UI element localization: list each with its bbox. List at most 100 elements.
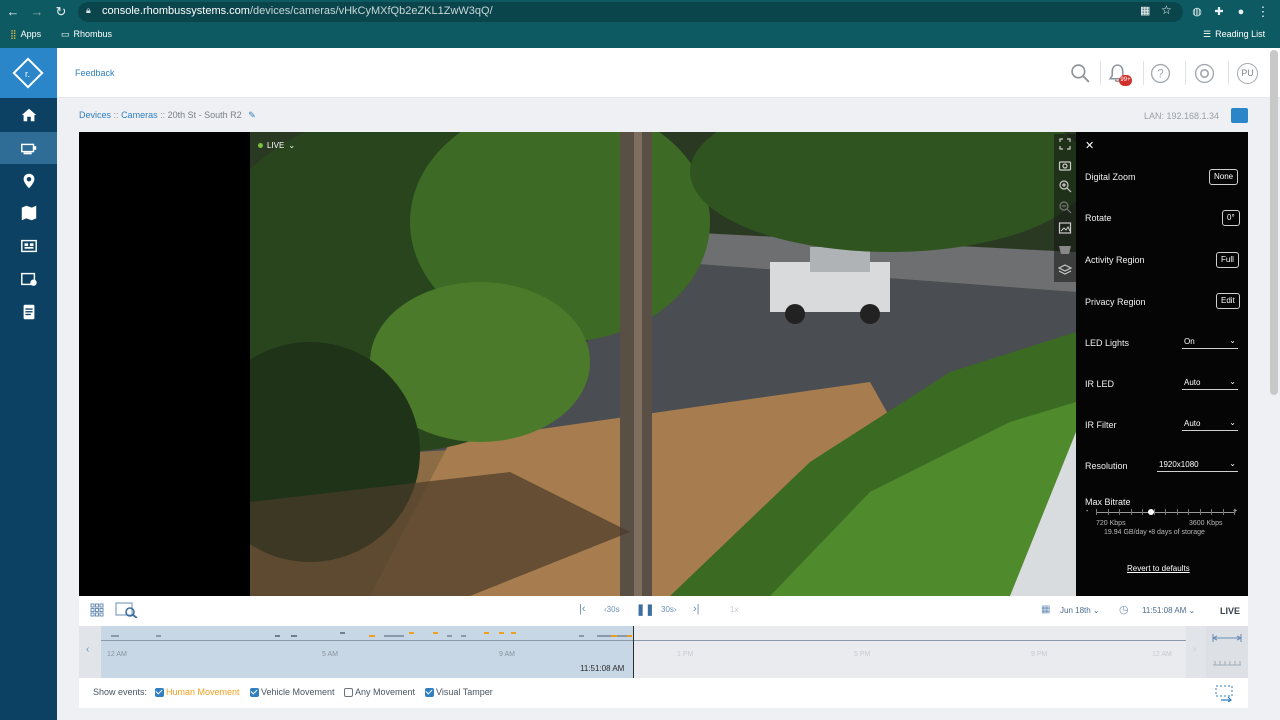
grid-view-icon[interactable]: [90, 603, 104, 617]
filter-visual-tamper[interactable]: Visual Tamper: [425, 687, 493, 697]
timeline-event[interactable]: [369, 635, 375, 637]
filter-vehicle-movement[interactable]: Vehicle Movement: [250, 687, 335, 697]
timeline[interactable]: ‹ 12 AM 5 AM 9 AM 1 PM 5 PM 9 PM 12 AM 1…: [79, 626, 1248, 678]
filter-any-movement[interactable]: Any Movement: [344, 687, 415, 697]
breadcrumb-devices[interactable]: Devices: [79, 110, 111, 120]
forward-arrow-icon[interactable]: →: [28, 3, 46, 21]
checkbox-empty-icon[interactable]: [344, 687, 353, 697]
ir-filter-select[interactable]: Auto ⌄: [1182, 417, 1238, 431]
skip-end-icon[interactable]: ›|: [693, 603, 700, 615]
timeline-event[interactable]: [156, 635, 161, 637]
zoom-timeline-in-icon[interactable]: [1211, 631, 1243, 645]
zoom-timeline-out-icon[interactable]: [1211, 656, 1243, 670]
export-clip-icon[interactable]: [1213, 684, 1237, 702]
activity-region-button[interactable]: Full: [1216, 252, 1239, 268]
ir-led-select[interactable]: Auto ⌄: [1182, 376, 1238, 390]
sidebar-item-clips[interactable]: [0, 263, 57, 295]
live-button[interactable]: LIVE: [1220, 606, 1240, 616]
url-text[interactable]: console.rhombussystems.com/devices/camer…: [102, 5, 493, 17]
sidebar-item-home[interactable]: [0, 99, 57, 131]
timeline-event[interactable]: [384, 635, 404, 637]
edit-pencil-icon[interactable]: ✎: [248, 110, 256, 120]
fullscreen-icon[interactable]: [1058, 137, 1072, 151]
page-scrollbar[interactable]: [1270, 50, 1278, 395]
sidebar-item-locations[interactable]: [0, 165, 57, 197]
resolution-select[interactable]: 1920x1080 ⌄: [1157, 458, 1238, 472]
skip-start-icon[interactable]: |‹: [579, 603, 586, 615]
pause-icon[interactable]: ❚❚: [636, 603, 654, 616]
overlay-icon[interactable]: [1058, 242, 1072, 256]
close-icon[interactable]: ✕: [1085, 139, 1094, 152]
menu-dots-icon[interactable]: ⋮: [1254, 3, 1272, 21]
timeline-event[interactable]: [484, 632, 489, 634]
chevron-right-icon[interactable]: ›: [1193, 644, 1196, 655]
forward-button[interactable]: 30s›: [661, 605, 677, 614]
extension-grid-icon[interactable]: ▦: [1140, 4, 1150, 17]
image-icon[interactable]: [1058, 221, 1072, 235]
timeline-event[interactable]: [275, 635, 280, 637]
chevron-left-icon[interactable]: ‹: [86, 644, 89, 655]
avatar[interactable]: PU: [1237, 63, 1258, 84]
video-player[interactable]: [79, 132, 1076, 596]
timeline-event[interactable]: [409, 632, 414, 634]
digital-zoom-button[interactable]: None: [1209, 169, 1239, 185]
timeline-event[interactable]: [499, 632, 504, 634]
live-indicator[interactable]: LIVE ⌄: [258, 141, 295, 150]
zoom-out-icon[interactable]: [1058, 200, 1072, 214]
time-select[interactable]: 11:51:08 AM ⌄: [1142, 606, 1195, 615]
bitrate-minus-button[interactable]: -: [1086, 508, 1088, 515]
rewind-button[interactable]: ‹30s: [604, 605, 620, 614]
timeline-event[interactable]: [291, 635, 297, 637]
puzzle-icon[interactable]: ✚: [1210, 3, 1228, 21]
timeline-right[interactable]: ›: [1186, 626, 1206, 678]
breadcrumb-cameras[interactable]: Cameras: [121, 110, 158, 120]
feedback-link[interactable]: Feedback: [75, 68, 115, 78]
reload-icon[interactable]: ↻: [52, 3, 70, 21]
timeline-event[interactable]: [433, 632, 438, 634]
search-icon[interactable]: [1070, 63, 1091, 84]
profile-icon[interactable]: ●: [1232, 3, 1250, 21]
timeline-event[interactable]: [111, 635, 119, 637]
sidebar-item-devices[interactable]: [0, 132, 57, 164]
rhombus-logo[interactable]: r.: [0, 48, 57, 98]
layers-icon[interactable]: [1058, 263, 1072, 277]
sidebar-item-reports[interactable]: [0, 296, 57, 328]
timeline-event[interactable]: [340, 632, 345, 634]
timeline-event[interactable]: [511, 632, 516, 634]
privacy-region-label: Privacy Region: [1085, 297, 1146, 307]
sidebar-item-map[interactable]: [0, 197, 57, 229]
timeline-label: 5 PM: [854, 651, 871, 658]
filter-human-movement[interactable]: Human Movement: [155, 687, 240, 697]
timeline-event[interactable]: [579, 635, 584, 637]
snapshot-camera-icon[interactable]: [1058, 158, 1072, 172]
address-bar[interactable]: 🔒︎ console.rhombussystems.com/devices/ca…: [78, 2, 1183, 22]
help-icon[interactable]: ?: [1150, 63, 1171, 84]
revert-defaults-link[interactable]: Revert to defaults: [1127, 564, 1190, 573]
timeline-event[interactable]: [447, 635, 452, 637]
extension-icon[interactable]: ◍: [1188, 3, 1206, 21]
reading-list[interactable]: ☰ Reading List: [1203, 29, 1265, 40]
checkbox-checked-icon[interactable]: [250, 687, 259, 697]
playback-speed[interactable]: 1x: [730, 605, 738, 614]
bookmark-apps[interactable]: ⣿ Apps: [10, 29, 41, 40]
checkbox-checked-icon[interactable]: [425, 687, 434, 697]
timeline-left[interactable]: ‹: [79, 626, 101, 678]
privacy-region-edit-button[interactable]: Edit: [1216, 293, 1240, 309]
zoom-in-icon[interactable]: [1058, 179, 1072, 193]
led-lights-select[interactable]: On ⌄: [1182, 335, 1238, 349]
slider-tick: [1211, 509, 1212, 515]
sidebar-item-video-wall[interactable]: [0, 230, 57, 262]
timeline-playhead[interactable]: [633, 626, 634, 678]
rotate-button[interactable]: 0°: [1222, 210, 1240, 226]
search-footage-icon[interactable]: [115, 602, 139, 618]
timeline-event[interactable]: [461, 635, 466, 637]
bookmark-rhombus[interactable]: ▭ Rhombus: [61, 29, 112, 40]
date-select[interactable]: Jun 18th ⌄: [1060, 606, 1100, 615]
network-icon[interactable]: [1231, 108, 1248, 123]
timeline-event[interactable]: [611, 635, 617, 637]
star-icon[interactable]: ☆: [1161, 3, 1172, 17]
gear-icon[interactable]: [1194, 63, 1215, 84]
checkbox-checked-icon[interactable]: [155, 687, 164, 697]
timeline-event[interactable]: [627, 635, 632, 637]
back-arrow-icon[interactable]: ←: [4, 3, 22, 21]
